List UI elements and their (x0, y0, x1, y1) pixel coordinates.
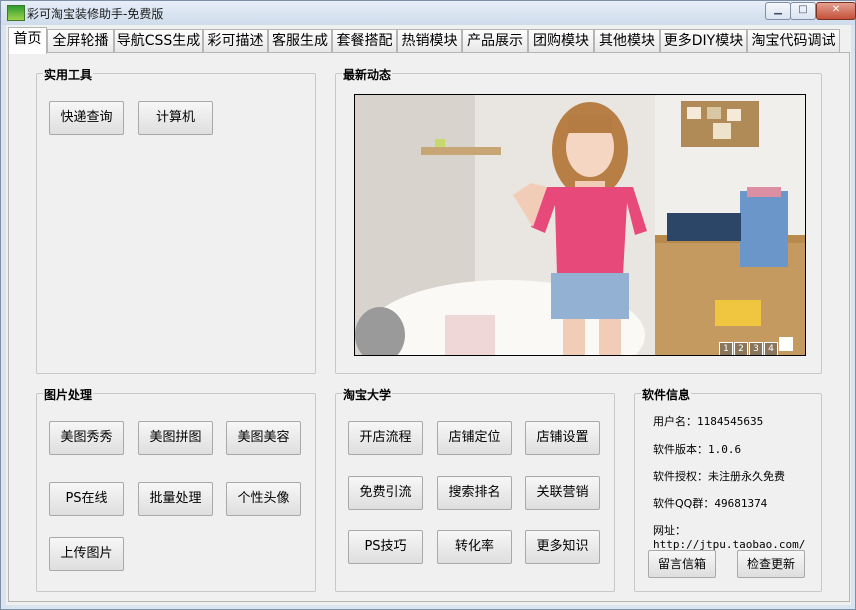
taobao-university-group: 淘宝大学 开店流程 店铺定位 店铺设置 免费引流 搜索排名 关联营销 PS技巧 … (335, 386, 615, 592)
version-value: 1.0.6 (708, 443, 742, 456)
qq-group-label: 软件QQ群： (653, 497, 715, 510)
qq-group-line: 软件QQ群：49681374 (653, 495, 767, 511)
software-info-group: 软件信息 用户名：1184545635 软件版本：1.0.6 软件授权：未注册永… (634, 386, 822, 592)
window-title: 彩可淘宝装修助手-免费版 (27, 7, 164, 21)
minimize-button[interactable]: ▁ (765, 2, 791, 20)
tools-group-title: 实用工具 (43, 66, 94, 83)
app-window: 彩可淘宝装修助手-免费版 ▁ □ ✕ 首页 全屏轮播 导航CSS生成 彩可描述 … (0, 0, 856, 610)
calculator-button[interactable]: 计算机 (138, 101, 213, 135)
username-value: 1184545635 (697, 415, 764, 428)
tab-product-show[interactable]: 产品展示 (462, 29, 528, 52)
ps-tips-button[interactable]: PS技巧 (348, 530, 423, 564)
website-line: 网址：http://jtpu.taobao.com/ (653, 522, 821, 551)
ps-online-button[interactable]: PS在线 (49, 482, 124, 516)
qq-group-value: 49681374 (714, 497, 768, 510)
maximize-icon: □ (798, 4, 808, 15)
title-bar: 彩可淘宝装修助手-免费版 ▁ □ ✕ (1, 1, 856, 25)
slide-pager: 1234 (718, 337, 793, 355)
news-group: 最新动态 1 2 3 4 (335, 66, 822, 374)
tab-description[interactable]: 彩可描述 (203, 29, 268, 52)
username-line: 用户名：1184545635 (653, 413, 763, 429)
slide-page-2[interactable]: 2 (734, 342, 748, 355)
custom-avatar-button[interactable]: 个性头像 (226, 482, 301, 516)
slide-page-5[interactable] (779, 337, 793, 351)
slide-page-1[interactable]: 1 (719, 342, 733, 355)
open-shop-process-button[interactable]: 开店流程 (348, 421, 423, 455)
meitu-beauty-button[interactable]: 美图美容 (226, 421, 301, 455)
tab-hot-sale[interactable]: 热销模块 (397, 29, 462, 52)
image-processing-group-title: 图片处理 (43, 386, 94, 403)
check-update-button[interactable]: 检查更新 (737, 550, 805, 578)
tools-group: 实用工具 快递查询 计算机 (36, 66, 316, 374)
meitu-xiuxiu-button[interactable]: 美图秀秀 (49, 421, 124, 455)
website-label: 网址： (653, 524, 686, 537)
slide-page-4[interactable]: 4 (764, 342, 778, 355)
news-banner-image[interactable]: 1234 (354, 94, 806, 356)
software-info-group-title: 软件信息 (641, 386, 692, 403)
license-value: 未注册永久免费 (708, 470, 785, 483)
search-ranking-button[interactable]: 搜索排名 (437, 476, 512, 510)
meitu-collage-button[interactable]: 美图拼图 (138, 421, 213, 455)
maximize-button[interactable]: □ (790, 2, 816, 20)
tab-other-modules[interactable]: 其他模块 (594, 29, 660, 52)
minimize-icon: ▁ (774, 4, 782, 15)
close-icon: ✕ (831, 4, 841, 15)
related-marketing-button[interactable]: 关联营销 (525, 476, 600, 510)
message-mailbox-button[interactable]: 留言信箱 (648, 550, 716, 578)
version-label: 软件版本： (653, 443, 708, 456)
license-label: 软件授权： (653, 470, 708, 483)
username-label: 用户名： (653, 415, 697, 428)
home-tab-panel: 实用工具 快递查询 计算机 最新动态 1 2 3 4 图片处理 美图秀秀 美图拼… (8, 52, 850, 602)
tab-fullscreen-carousel[interactable]: 全屏轮播 (47, 29, 114, 52)
tab-nav-css[interactable]: 导航CSS生成 (114, 29, 203, 52)
slide-page-3[interactable]: 3 (749, 342, 763, 355)
news-photo (355, 95, 805, 355)
tab-group-buy[interactable]: 团购模块 (528, 29, 594, 52)
tab-customer-service[interactable]: 客服生成 (268, 29, 332, 52)
client-area: 首页 全屏轮播 导航CSS生成 彩可描述 客服生成 套餐搭配 热销模块 产品展示… (6, 25, 851, 605)
taobao-university-group-title: 淘宝大学 (342, 386, 393, 403)
version-line: 软件版本：1.0.6 (653, 441, 741, 457)
news-group-title: 最新动态 (342, 66, 393, 83)
batch-process-button[interactable]: 批量处理 (138, 482, 213, 516)
free-traffic-button[interactable]: 免费引流 (348, 476, 423, 510)
close-button[interactable]: ✕ (816, 2, 856, 20)
license-line: 软件授权：未注册永久免费 (653, 468, 785, 484)
more-knowledge-button[interactable]: 更多知识 (525, 530, 600, 564)
tab-more-diy[interactable]: 更多DIY模块 (660, 29, 747, 52)
tab-home[interactable]: 首页 (8, 27, 47, 54)
app-logo-icon (7, 5, 25, 21)
tab-package-combo[interactable]: 套餐搭配 (332, 29, 397, 52)
conversion-rate-button[interactable]: 转化率 (437, 530, 512, 564)
shop-positioning-button[interactable]: 店铺定位 (437, 421, 512, 455)
shop-settings-button[interactable]: 店铺设置 (525, 421, 600, 455)
tab-code-debug[interactable]: 淘宝代码调试 (747, 29, 840, 52)
upload-image-button[interactable]: 上传图片 (49, 537, 124, 571)
express-query-button[interactable]: 快递查询 (49, 101, 124, 135)
image-processing-group: 图片处理 美图秀秀 美图拼图 美图美容 PS在线 批量处理 个性头像 上传图片 (36, 386, 316, 592)
